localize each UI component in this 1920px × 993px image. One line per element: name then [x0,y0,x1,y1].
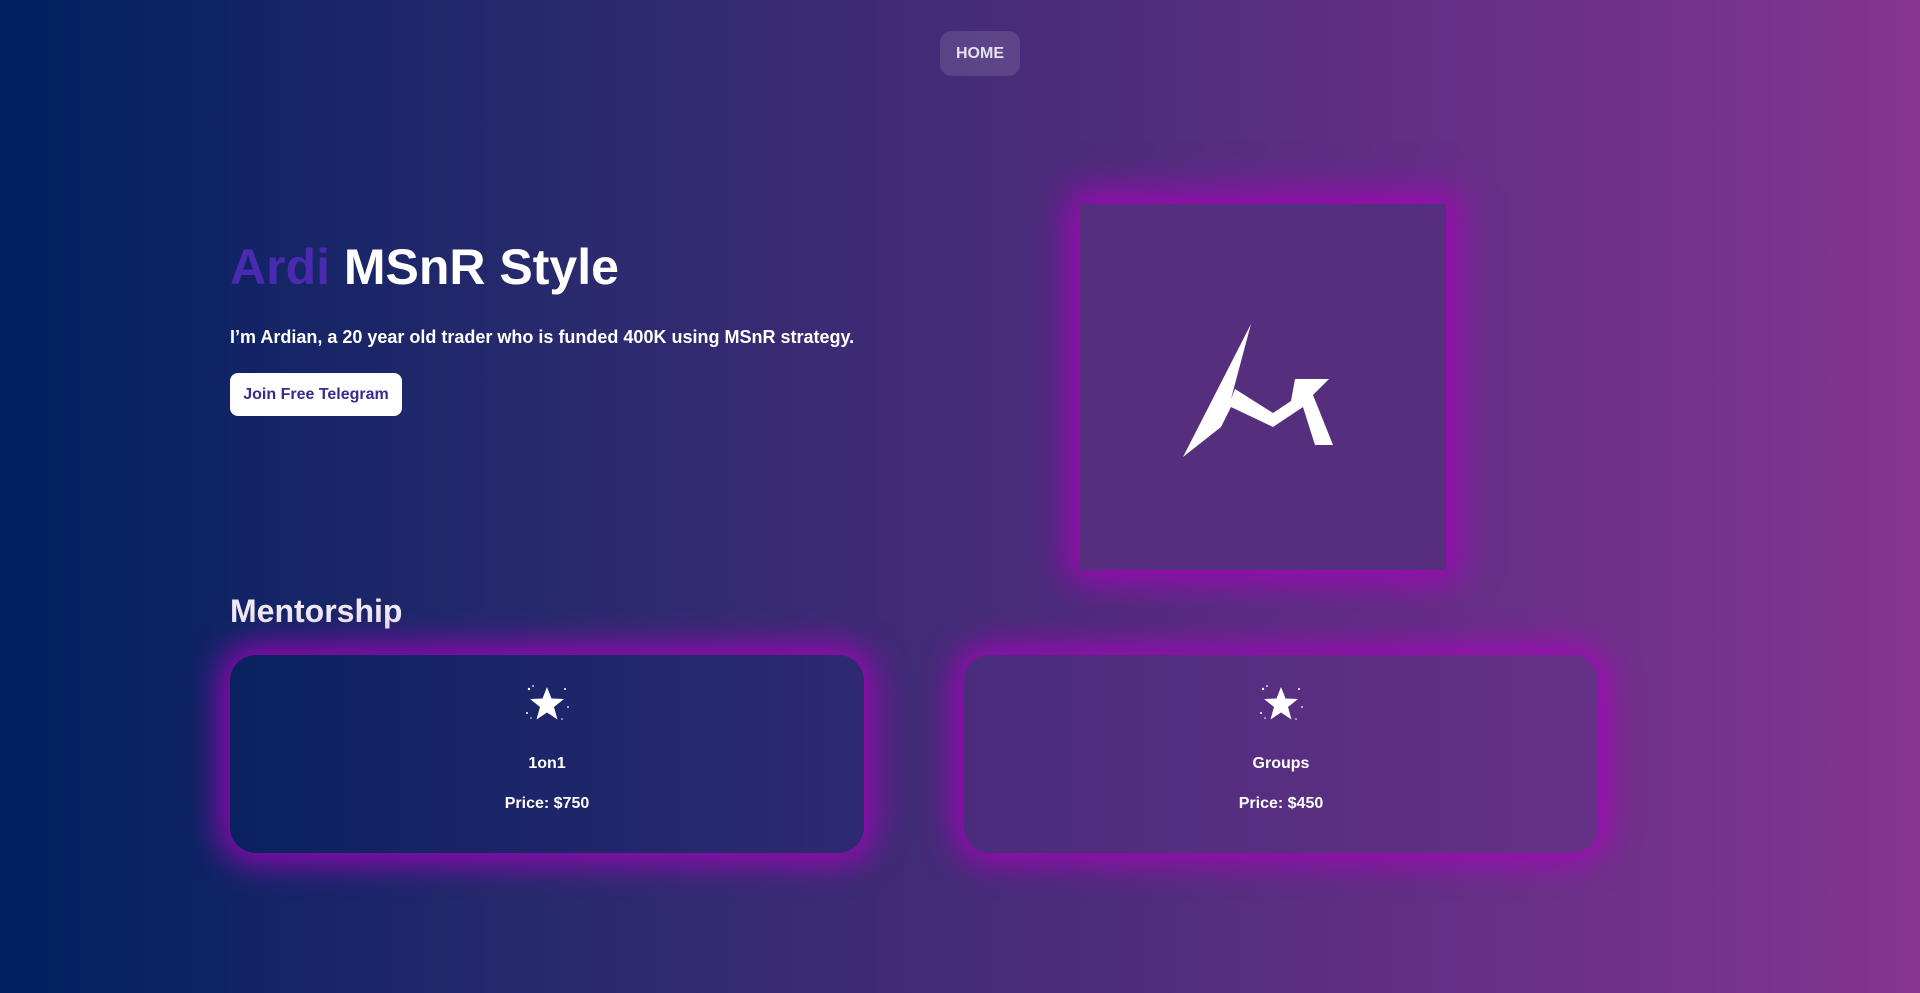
nav-home-link[interactable]: HOME [940,31,1020,76]
hero-title-accent: Ardi [230,239,330,295]
join-telegram-button[interactable]: Join Free Telegram [230,373,402,416]
hero-title: Ardi MSnR Style [230,236,619,298]
logo-panel [1080,204,1446,570]
hero-subtitle: I’m Ardian, a 20 year old trader who is … [230,327,855,347]
card-title: 1on1 [528,755,566,772]
card-price: Price: $750 [504,795,590,812]
sparkle-star-icon [1260,685,1303,720]
sparkle-star-icon [526,685,569,720]
mentorship-title: Mentorship [230,593,403,629]
hero-title-rest: MSnR Style [330,239,619,295]
chart-arrow-logo-icon [1183,324,1333,457]
card-title: Groups [1252,755,1310,772]
mentorship-card-1on1[interactable]: 1on1 Price: $750 [230,655,864,853]
mentorship-card-groups[interactable]: Groups Price: $450 [964,655,1598,853]
card-price: Price: $450 [1238,795,1324,812]
